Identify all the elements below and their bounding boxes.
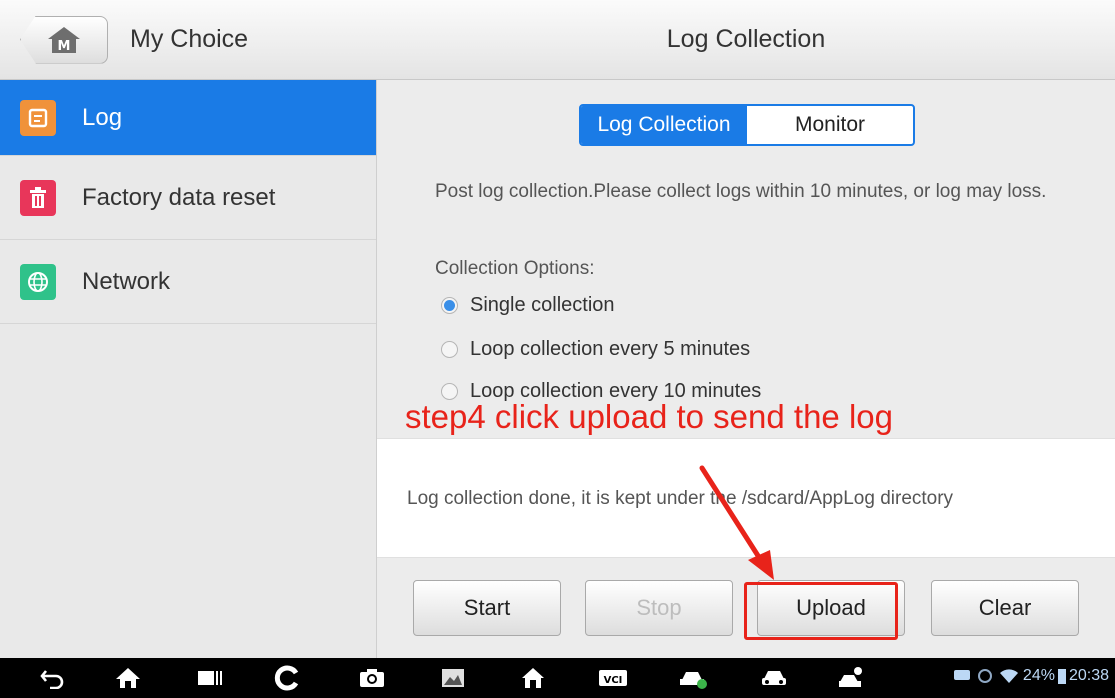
stop-button[interactable]: Stop [585, 580, 733, 636]
description-text: Post log collection.Please collect logs … [435, 181, 1047, 202]
recent-apps-icon[interactable] [196, 666, 224, 690]
chat-icon [953, 670, 970, 680]
svg-text:M: M [58, 39, 71, 54]
browser-icon[interactable] [274, 665, 300, 691]
home-nav-icon[interactable] [114, 666, 142, 690]
system-nav-bar: VCI 24% 20:38 [0, 658, 1115, 698]
arrow-icon [699, 465, 774, 580]
camera-icon[interactable] [358, 666, 386, 690]
tab-log-collection[interactable]: Log Collection [581, 106, 747, 144]
tab-monitor[interactable]: Monitor [747, 106, 913, 144]
upload-highlight-box [744, 582, 898, 640]
wifi-icon [999, 669, 1018, 683]
sidebar-item-label: Network [82, 267, 171, 295]
left-header: M My Choice [0, 0, 377, 80]
home-back-button[interactable]: M [20, 15, 108, 64]
sidebar-item-label: Log [82, 103, 123, 131]
globe-icon [20, 263, 56, 300]
car-person-icon[interactable] [838, 666, 868, 690]
svg-text:VCI: VCI [604, 675, 623, 686]
trash-icon [20, 179, 56, 216]
radio-label: Single collection [470, 294, 615, 316]
battery-icon [1057, 669, 1066, 684]
sidebar-item-log[interactable]: Log [0, 80, 376, 156]
alarm-icon [977, 669, 992, 683]
right-header: Log Collection [377, 0, 1115, 80]
sidebar-item-label: Factory data reset [82, 183, 276, 211]
radio-button[interactable] [441, 297, 458, 314]
radio-single-collection[interactable]: Single collection [441, 294, 615, 317]
radio-button[interactable] [441, 341, 458, 358]
result-message: Log collection done, it is kept under th… [407, 488, 954, 509]
sidebar-item-network[interactable]: Network [0, 240, 376, 324]
sidebar: Log Factory data reset Network [0, 80, 377, 658]
battery-percent: 24% [1022, 667, 1055, 684]
sidebar-item-factory-reset[interactable]: Factory data reset [0, 156, 376, 240]
radio-label: Loop collection every 5 minutes [470, 338, 751, 360]
home-icon: M [48, 26, 80, 54]
segmented-control: Log Collection Monitor [579, 104, 915, 146]
status-area: 24% 20:38 [953, 667, 1109, 685]
home-app-icon[interactable] [520, 666, 546, 690]
car-icon[interactable] [760, 666, 788, 690]
back-icon[interactable] [40, 666, 66, 690]
left-header-title: My Choice [130, 25, 249, 53]
vci-icon[interactable]: VCI [598, 666, 628, 690]
radio-loop-5-minutes[interactable]: Loop collection every 5 minutes [441, 338, 750, 361]
clock: 20:38 [1068, 667, 1109, 684]
annotation-text: step4 click upload to send the log [405, 398, 893, 435]
log-icon [20, 99, 56, 136]
page-title: Log Collection [666, 25, 826, 53]
collection-options-label: Collection Options: [435, 258, 595, 279]
start-button[interactable]: Start [413, 580, 561, 636]
clear-button[interactable]: Clear [931, 580, 1079, 636]
car-service-icon[interactable] [678, 666, 708, 690]
image-icon[interactable] [440, 666, 466, 690]
